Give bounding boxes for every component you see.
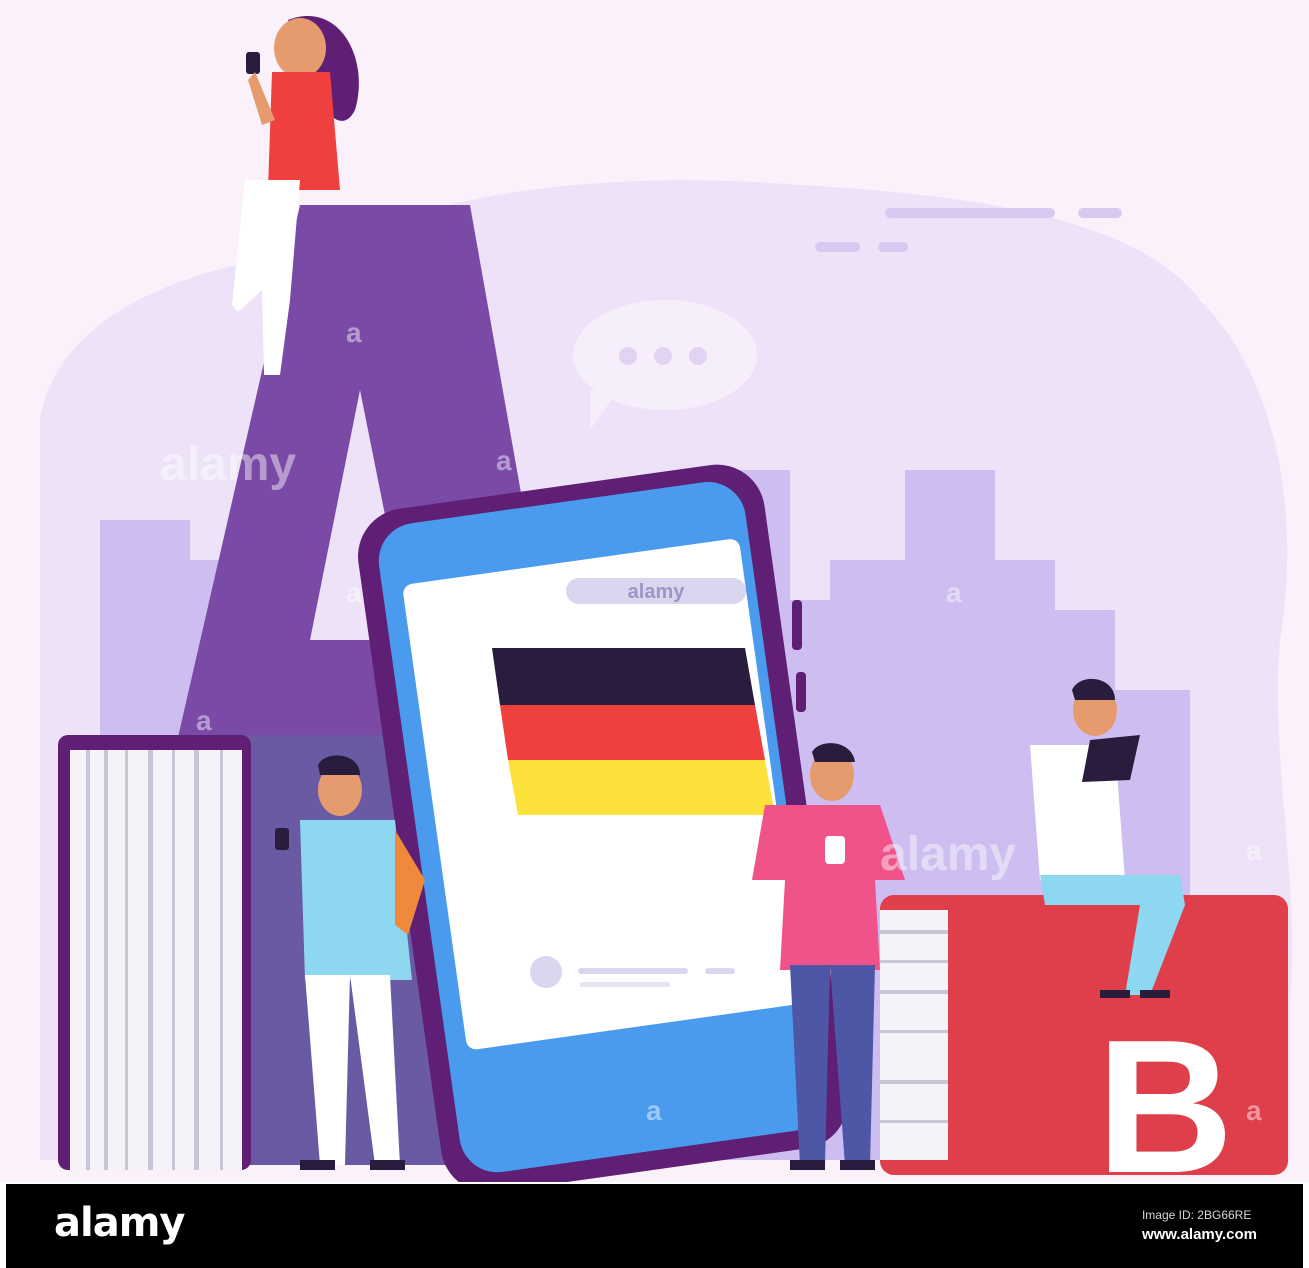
book-left [58, 735, 251, 1170]
watermark-mark: a [346, 317, 362, 348]
watermark-mark: a [196, 705, 212, 736]
flag-icon [492, 648, 775, 815]
book-b: B [880, 895, 1288, 1213]
watermark-mark: a [1246, 835, 1262, 866]
watermark-mark: a [646, 1095, 662, 1126]
letter-b: B [1096, 1001, 1233, 1182]
watermark-mark: a [946, 577, 962, 608]
image-meta: Image ID: 2BG66RE www.alamy.com [1142, 1208, 1257, 1243]
watermark-mark: a [346, 577, 362, 608]
footer-bar: alamy Image ID: 2BG66RE www.alamy.com [6, 1184, 1303, 1268]
watermark-mark: a [496, 445, 512, 476]
brand-logo: alamy [54, 1200, 185, 1246]
watermark-word: alamy [880, 828, 1016, 881]
illustration: alamy B a a a a a a a a alamy alamy [0, 0, 1309, 1213]
watermark-word: alamy [160, 438, 296, 491]
phone-header-text: alamy [628, 581, 686, 603]
image-id: Image ID: 2BG66RE [1141, 1208, 1252, 1222]
site-url: www.alamy.com [1141, 1226, 1257, 1243]
watermark-mark: a [1246, 1095, 1262, 1126]
